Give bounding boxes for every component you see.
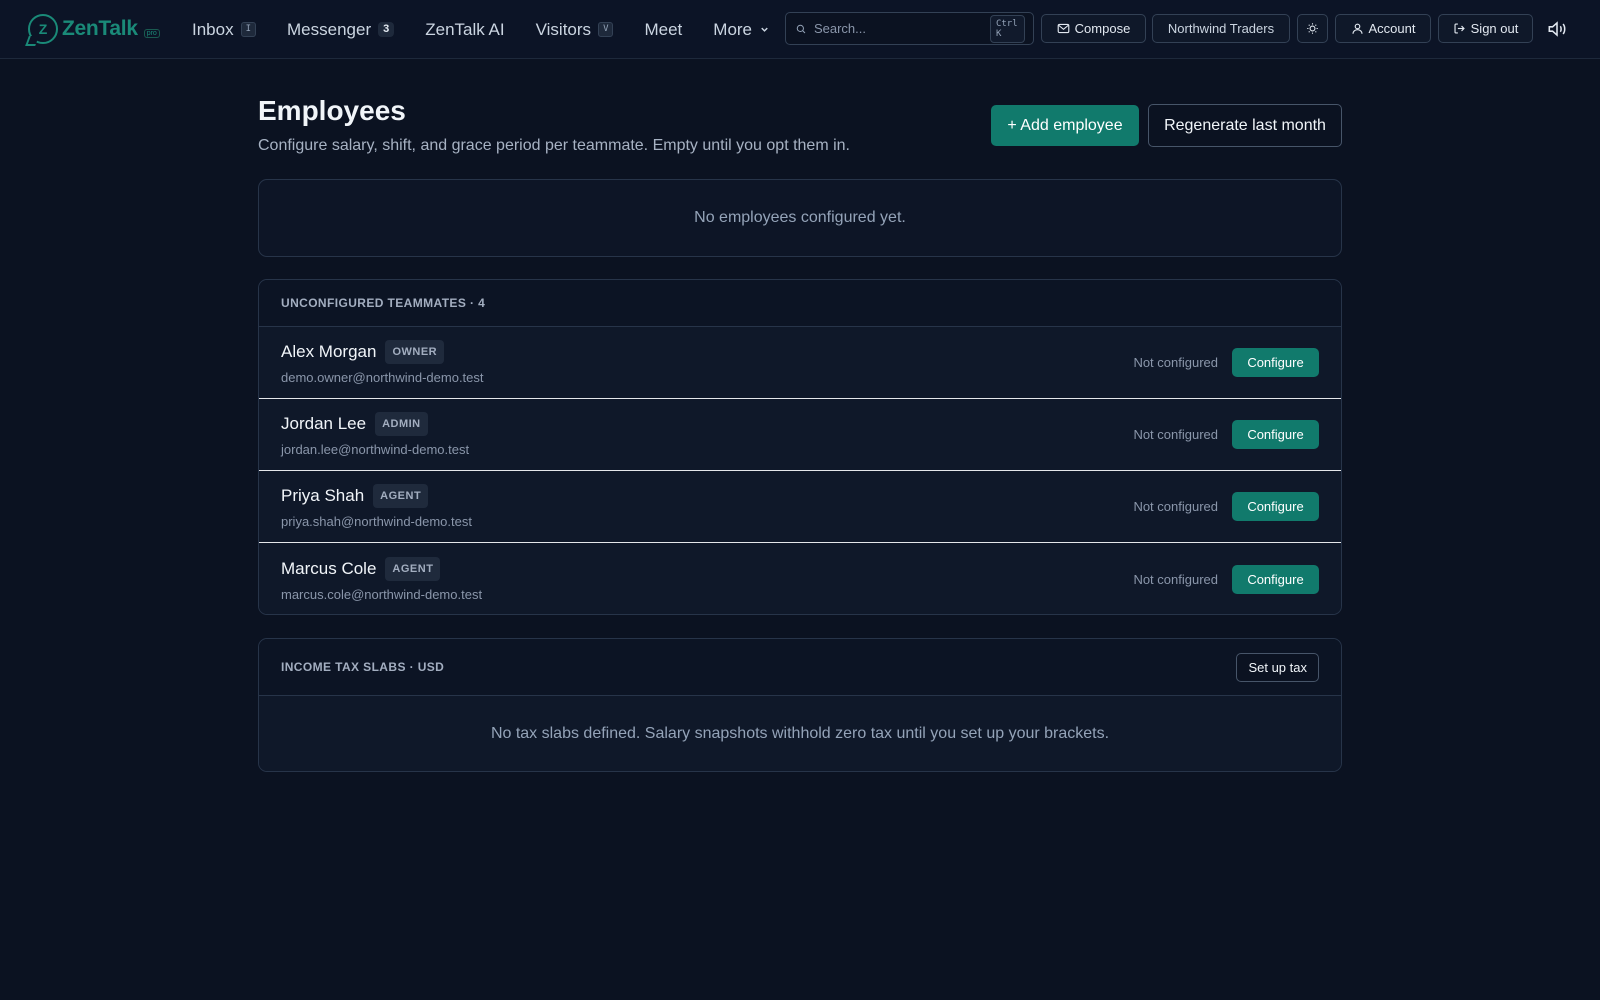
sign-out-icon	[1454, 23, 1465, 34]
user-icon	[1351, 23, 1363, 34]
theme-toggle-button[interactable]	[1297, 14, 1328, 43]
chevron-down-icon	[761, 27, 768, 32]
search-icon	[796, 24, 806, 33]
zentalk-logo[interactable]: Z ZenTalk pro	[28, 13, 160, 45]
nav-inbox[interactable]: Inbox I	[192, 19, 257, 40]
workspace-button[interactable]: Northwind Traders	[1152, 14, 1290, 43]
teammate-info: Priya Shah AGENT priya.shah@northwind-de…	[281, 484, 472, 529]
sign-out-label: Sign out	[1470, 21, 1519, 36]
teammate-name: Alex Morgan	[281, 342, 377, 361]
unconfigured-teammates-title: UNCONFIGURED TEAMMATES · 4	[281, 296, 486, 310]
income-tax-slabs-card: INCOME TAX SLABS · USD Set up tax No tax…	[258, 638, 1342, 772]
unconfigured-teammates-card: UNCONFIGURED TEAMMATES · 4 Alex Morgan O…	[258, 279, 1342, 615]
set-up-tax-button[interactable]: Set up tax	[1236, 652, 1319, 682]
teammate-info: Marcus Cole AGENT marcus.cole@northwind-…	[281, 556, 483, 602]
teammate-row: Priya Shah AGENT priya.shah@northwind-de…	[259, 471, 1341, 543]
page-subtitle: Configure salary, shift, and grace perio…	[258, 137, 850, 154]
unconfigured-teammates-header: UNCONFIGURED TEAMMATES · 4	[259, 280, 1341, 327]
teammate-email: priya.shah@northwind-demo.test	[281, 514, 472, 529]
nav-zentalk-ai[interactable]: ZenTalk AI	[425, 20, 504, 40]
teammate-email: demo.owner@northwind-demo.test	[281, 370, 484, 385]
configuration-status: Not configured	[1133, 355, 1218, 370]
nav-zentalk-ai-label: ZenTalk AI	[425, 19, 505, 39]
nav-visitors-shortcut: V	[598, 22, 614, 37]
nav-messenger-count: 3	[378, 22, 395, 37]
search-input[interactable]	[813, 21, 990, 36]
account-button[interactable]: Account	[1335, 14, 1431, 43]
speaker-icon	[1548, 21, 1566, 37]
workspace-label: Northwind Traders	[1167, 21, 1275, 36]
teammate-name: Priya Shah	[281, 486, 365, 505]
sign-out-button[interactable]: Sign out	[1438, 14, 1533, 43]
configuration-status: Not configured	[1133, 499, 1218, 514]
configure-button[interactable]: Configure	[1232, 420, 1319, 449]
search-shortcut: Ctrl K	[989, 14, 1025, 43]
nav-meet[interactable]: Meet	[644, 20, 682, 40]
teammate-email: marcus.cole@northwind-demo.test	[281, 586, 483, 602]
tax-empty-text: No tax slabs defined. Salary snapshots w…	[490, 725, 1110, 742]
teammate-name: Marcus Cole	[281, 558, 377, 578]
compose-button[interactable]: Compose	[1041, 14, 1146, 43]
nav-inbox-label: Inbox	[192, 19, 234, 39]
nav-inbox-shortcut: I	[240, 22, 257, 37]
mail-icon	[1057, 23, 1070, 34]
nav-messenger-label: Messenger	[287, 19, 372, 39]
income-tax-slabs-body: No tax slabs defined. Salary snapshots w…	[259, 696, 1341, 771]
role-badge: AGENT	[373, 484, 429, 508]
teammate-row: Alex Morgan OWNER demo.owner@northwind-d…	[259, 327, 1341, 399]
teammate-info: Jordan Lee ADMIN jordan.lee@northwind-de…	[281, 412, 469, 457]
regenerate-last-month-button[interactable]: Regenerate last month	[1148, 104, 1342, 147]
top-navigation: Z ZenTalk pro Inbox I Messenger 3 ZenTal…	[0, 0, 1600, 59]
teammate-email: jordan.lee@northwind-demo.test	[281, 442, 470, 457]
nav-meet-label: Meet	[644, 19, 683, 39]
role-badge: OWNER	[385, 340, 445, 364]
teammate-name: Jordan Lee	[281, 414, 367, 433]
nav-messenger[interactable]: Messenger 3	[287, 19, 395, 40]
account-label: Account	[1368, 21, 1416, 36]
add-employee-button[interactable]: + Add employee	[991, 105, 1139, 146]
sound-toggle-button[interactable]	[1546, 18, 1568, 40]
income-tax-slabs-header: INCOME TAX SLABS · USD Set up tax	[259, 639, 1341, 696]
nav-more[interactable]: More	[713, 20, 770, 40]
search-box[interactable]: Ctrl K	[785, 12, 1034, 45]
role-badge: AGENT	[385, 556, 441, 581]
configure-button[interactable]: Configure	[1232, 348, 1319, 377]
configuration-status: Not configured	[1133, 427, 1218, 442]
sun-icon	[1307, 23, 1318, 34]
chat-bubble-icon: Z	[28, 14, 58, 44]
configure-button[interactable]: Configure	[1232, 564, 1319, 594]
income-tax-slabs-title: INCOME TAX SLABS · USD	[281, 660, 445, 674]
logo-badge: pro	[143, 28, 160, 38]
teammate-info: Alex Morgan OWNER demo.owner@northwind-d…	[281, 340, 484, 385]
logo-text: ZenTalk	[62, 17, 138, 40]
role-badge: ADMIN	[375, 412, 428, 436]
nav-links: Inbox I Messenger 3 ZenTalk AI Visitors …	[192, 0, 801, 59]
employees-empty-text: No employees configured yet.	[694, 209, 906, 226]
configuration-status: Not configured	[1133, 571, 1218, 587]
teammate-row: Jordan Lee ADMIN jordan.lee@northwind-de…	[259, 399, 1341, 471]
teammate-row: Marcus Cole AGENT marcus.cole@northwind-…	[259, 543, 1341, 614]
employees-empty-card: No employees configured yet.	[258, 179, 1342, 257]
nav-visitors[interactable]: Visitors V	[536, 20, 614, 40]
nav-more-label: More	[713, 19, 753, 39]
configure-button[interactable]: Configure	[1232, 492, 1319, 521]
compose-label: Compose	[1074, 21, 1131, 36]
page-title: Employees	[258, 95, 406, 126]
nav-visitors-label: Visitors	[535, 19, 592, 39]
